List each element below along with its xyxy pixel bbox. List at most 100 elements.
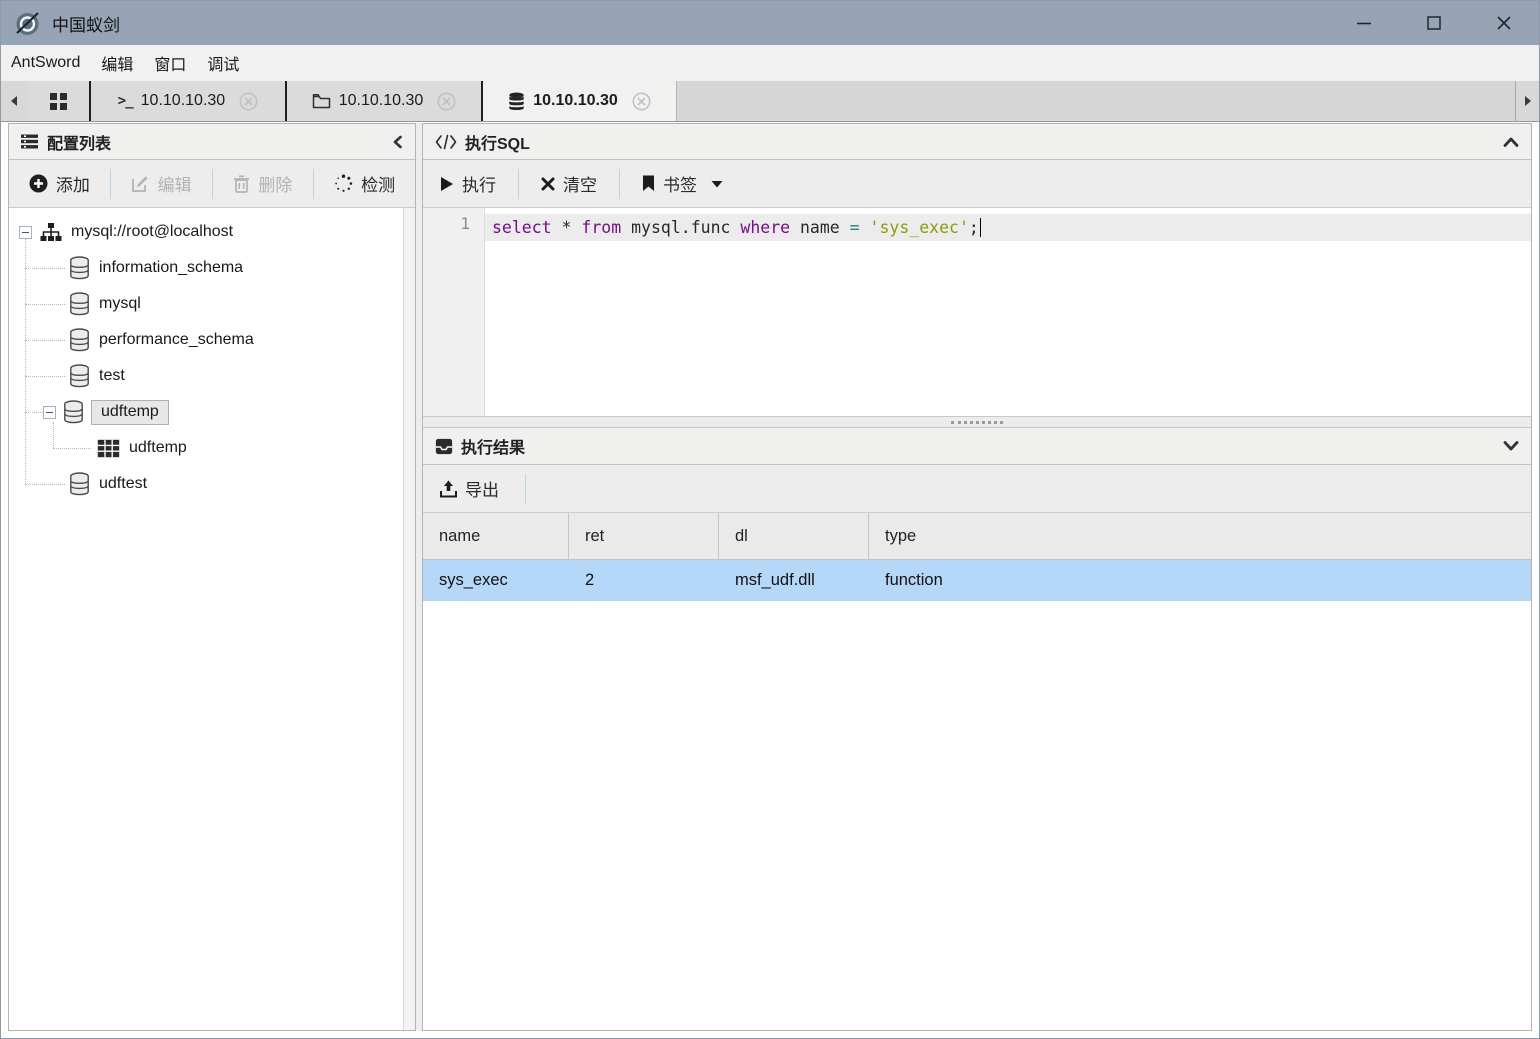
bookmark-button[interactable]: 书签 [642, 171, 723, 196]
cell-name: sys_exec [423, 560, 569, 601]
results-empty-area [423, 601, 1531, 1030]
database-icon [508, 92, 525, 111]
tree-node-label: test [99, 367, 125, 385]
results-table: name ret dl type sys_exec 2 msf_udf.dll … [423, 513, 1531, 601]
tree-node-db[interactable]: test [9, 358, 415, 394]
tabs-scroll-left-button[interactable] [1, 81, 27, 121]
titlebar: 中国蚁剑 [1, 1, 1539, 45]
collapse-up-icon[interactable] [1503, 137, 1519, 147]
tree-node-table[interactable]: udftemp [9, 430, 415, 466]
collapse-expander-icon[interactable] [19, 226, 32, 239]
clear-sql-button[interactable]: 清空 [541, 171, 597, 196]
tree-node-db[interactable]: mysql [9, 286, 415, 322]
sql-editor[interactable]: 1 select * from mysql.func where name = … [423, 208, 1531, 416]
minimize-button[interactable] [1329, 1, 1399, 45]
plus-circle-icon [29, 174, 48, 193]
database-icon [69, 256, 90, 280]
tab-files-label: 10.10.10.30 [339, 92, 424, 110]
tree-node-db[interactable]: udftest [9, 466, 415, 502]
tree-node-db[interactable]: information_schema [9, 250, 415, 286]
tab-files[interactable]: 10.10.10.30 [285, 81, 481, 121]
sitemap-icon [40, 222, 62, 242]
column-header-type[interactable]: type [869, 513, 1531, 559]
collapse-left-icon[interactable] [392, 135, 403, 149]
tab-terminal-close-icon[interactable] [239, 92, 258, 111]
column-header-ret[interactable]: ret [569, 513, 719, 559]
tree-node-label: udftest [99, 475, 147, 493]
add-button-label: 添加 [56, 171, 90, 196]
sql-header: 执行SQL [423, 124, 1531, 160]
tree-node-connection[interactable]: mysql://root@localhost [9, 214, 415, 250]
sql-toolbar: 执行 清空 书签 [423, 160, 1531, 208]
check-button-label: 检测 [361, 171, 395, 196]
run-sql-button[interactable]: 执行 [440, 171, 496, 196]
edit-button-label: 编辑 [158, 171, 192, 196]
database-tree: mysql://root@localhost information_schem… [9, 208, 415, 1030]
tree-node-label: information_schema [99, 259, 243, 277]
sql-token: 'sys_exec' [870, 218, 969, 237]
tree-scrollbar[interactable] [403, 208, 415, 1030]
config-list-header: 配置列表 [9, 124, 415, 160]
maximize-button[interactable] [1399, 1, 1469, 45]
delete-button[interactable]: 删除 [233, 171, 292, 196]
table-icon [97, 439, 120, 458]
close-button[interactable] [1469, 1, 1539, 45]
database-icon [69, 328, 90, 352]
tab-terminal[interactable]: >_ 10.10.10.30 [89, 81, 285, 121]
table-row-selected[interactable]: sys_exec 2 msf_udf.dll function [423, 560, 1531, 601]
sql-token: = [850, 218, 860, 237]
sql-token: mysql.func [621, 218, 740, 237]
menu-debug[interactable]: 调试 [207, 51, 239, 75]
tree-node-label-selected: udftemp [91, 400, 169, 425]
edit-button[interactable]: 编辑 [131, 171, 192, 196]
collapse-expander-icon[interactable] [43, 406, 56, 419]
tab-terminal-label: 10.10.10.30 [141, 92, 226, 110]
column-header-dl[interactable]: dl [719, 513, 869, 559]
editor-gutter: 1 [423, 208, 485, 416]
horizontal-splitter[interactable] [423, 416, 1531, 428]
export-button[interactable]: 导出 [440, 476, 499, 501]
grid-icon [50, 93, 67, 110]
config-list-icon [21, 134, 39, 149]
cell-dl: msf_udf.dll [719, 560, 869, 601]
tree-node-label: performance_schema [99, 331, 254, 349]
menu-antsword[interactable]: AntSword [11, 54, 80, 72]
menu-edit[interactable]: 编辑 [101, 51, 133, 75]
tab-database[interactable]: 10.10.10.30 [481, 81, 677, 121]
results-header: 执行结果 [423, 428, 1531, 465]
tab-database-close-icon[interactable] [632, 92, 651, 111]
results-panel-title: 执行结果 [461, 434, 525, 458]
collapse-down-icon[interactable] [1503, 441, 1519, 451]
terminal-icon: >_ [118, 93, 133, 109]
config-list-panel: 配置列表 添加 [8, 123, 416, 1031]
database-icon [69, 292, 90, 316]
sql-token [860, 218, 870, 237]
database-icon [69, 472, 90, 496]
tab-files-close-icon[interactable] [437, 92, 456, 111]
tree-node-db-selected[interactable]: udftemp [9, 394, 415, 430]
bookmark-label: 书签 [663, 171, 697, 196]
text-cursor [980, 218, 981, 237]
editor-code-area[interactable]: select * from mysql.func where name = 's… [485, 208, 1531, 416]
sql-token: where [740, 218, 790, 237]
menu-window[interactable]: 窗口 [154, 51, 186, 75]
database-icon [69, 364, 90, 388]
menubar: AntSword 编辑 窗口 调试 [1, 45, 1539, 81]
tree-node-label: mysql [99, 295, 141, 313]
window-controls [1329, 1, 1539, 45]
column-header-name[interactable]: name [423, 513, 569, 559]
tab-home[interactable] [27, 81, 89, 121]
code-line-1[interactable]: select * from mysql.func where name = 's… [485, 214, 1531, 241]
add-button[interactable]: 添加 [29, 171, 90, 196]
sql-token: name [790, 218, 850, 237]
splitter-grip-icon [951, 421, 1003, 424]
main-area: 配置列表 添加 [8, 123, 1532, 1031]
upload-icon [440, 480, 457, 498]
tabbar: >_ 10.10.10.30 10.10.10.30 [1, 81, 1539, 122]
tabs-scroll-right-button[interactable] [1515, 81, 1539, 121]
tree-node-db[interactable]: performance_schema [9, 322, 415, 358]
play-icon [440, 176, 454, 192]
spinner-icon [334, 174, 353, 193]
check-button[interactable]: 检测 [334, 171, 395, 196]
cell-ret: 2 [569, 560, 719, 601]
